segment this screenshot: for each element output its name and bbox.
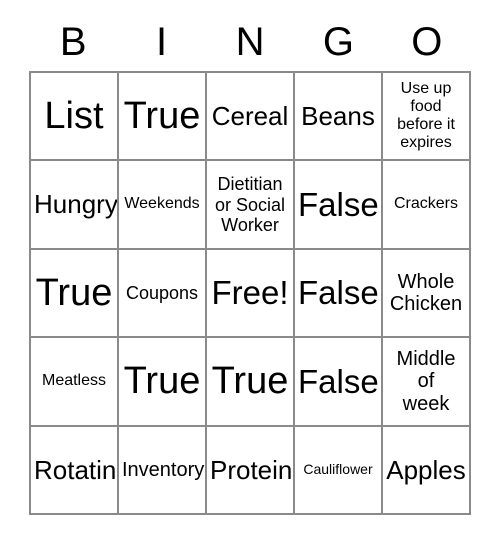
bingo-cell-label: False (298, 362, 379, 400)
bingo-cell-r2c1[interactable]: Hungry (31, 161, 119, 250)
bingo-cell-r4c4[interactable]: False (295, 338, 383, 427)
bingo-cell-r1c1[interactable]: List (31, 73, 119, 162)
bingo-cell-label: Free! (211, 274, 289, 312)
bingo-header-letter-b: B (59, 20, 87, 64)
bingo-cell-r1c4[interactable]: Beans (295, 73, 383, 162)
bingo-cell-r5c3[interactable]: Protein (207, 426, 295, 515)
bingo-header-letter-o: O (411, 20, 443, 64)
bingo-cell-label: Cereal (211, 100, 289, 131)
bingo-cell-label: Crackers (393, 195, 458, 213)
bingo-cell-r4c3[interactable]: True (207, 338, 295, 427)
bingo-cell-label: Rotating (34, 454, 117, 485)
bingo-cell-r2c3[interactable]: Dietitian or Social Worker (207, 161, 295, 250)
bingo-cell-r5c4[interactable]: Cauliflower (295, 426, 383, 515)
bingo-cell-label: Dietitian or Social Worker (214, 174, 286, 235)
bingo-cell-label: Apples (386, 454, 466, 485)
bingo-cell-r5c2[interactable]: Inventory (119, 426, 207, 515)
bingo-cell-r2c4[interactable]: False (295, 161, 383, 250)
bingo-cell-r2c5[interactable]: Crackers (383, 161, 471, 250)
bingo-cell-label: Protein (210, 454, 293, 485)
bingo-cell-label: Cauliflower (303, 460, 373, 477)
bingo-cell-r1c5[interactable]: Use up food before it expires (383, 73, 471, 162)
bingo-cell-r1c2[interactable]: True (119, 73, 207, 162)
bingo-cell-r4c5[interactable]: Middle of week (383, 338, 471, 427)
bingo-cell-r2c2[interactable]: Weekends (119, 161, 207, 250)
bingo-cell-label: Meatless (41, 372, 107, 390)
bingo-cell-label: Inventory (122, 458, 205, 481)
bingo-cell-r4c2[interactable]: True (119, 338, 207, 427)
bingo-cell-label: Beans (301, 100, 375, 131)
bingo-cell-label: Hungry (34, 189, 118, 220)
bingo-cell-r1c3[interactable]: Cereal (207, 73, 295, 162)
bingo-header-row: B I N G O (29, 16, 471, 68)
bingo-cell-r3c4[interactable]: False (295, 249, 383, 339)
bingo-cell-r5c5[interactable]: Apples (383, 426, 471, 515)
bingo-cell-label: False (298, 274, 379, 312)
bingo-header-letter-g: G (322, 20, 354, 64)
bingo-cell-label: True (123, 360, 201, 403)
bingo-cell-label: List (44, 95, 104, 138)
bingo-cell-r4c1[interactable]: Meatless (31, 338, 119, 427)
bingo-header-letter-n: N (235, 20, 265, 64)
bingo-card: B I N G O List True Cereal Beans Use up food… (0, 0, 500, 544)
bingo-cell-r3c5[interactable]: Whole Chicken (383, 249, 471, 339)
bingo-cell-r3c1[interactable]: True (31, 249, 119, 339)
bingo-grid: List True Cereal Beans Use up food before it… (29, 71, 471, 515)
bingo-cell-label: Whole Chicken (389, 270, 463, 315)
bingo-cell-r3c3[interactable]: Free! (207, 249, 295, 339)
bingo-cell-label: Middle of week (396, 347, 456, 415)
bingo-header-letter-i: I (156, 20, 168, 64)
bingo-cell-label: False (298, 186, 379, 224)
bingo-cell-label: True (123, 95, 201, 138)
bingo-cell-label: Use up food before it expires (397, 79, 455, 152)
bingo-cell-label: Weekends (124, 195, 200, 213)
bingo-cell-r3c2[interactable]: Coupons (119, 249, 207, 339)
bingo-cell-label: True (211, 360, 289, 403)
bingo-cell-label: True (35, 271, 113, 314)
bingo-cell-r5c1[interactable]: Rotating (31, 426, 119, 515)
bingo-cell-label: Coupons (125, 282, 199, 303)
